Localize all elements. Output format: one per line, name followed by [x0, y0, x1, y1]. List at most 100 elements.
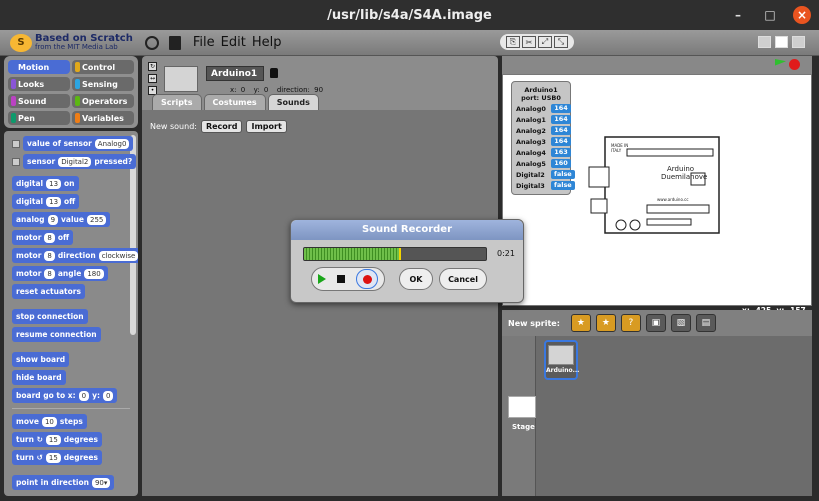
block-motor-direction[interactable]: motor 8 direction clockwise: [12, 248, 138, 263]
block-reset-actuators[interactable]: reset actuators: [12, 284, 85, 299]
block-digital-off[interactable]: digital 13 off: [12, 194, 80, 209]
stage-toolbar: [502, 56, 812, 74]
sprite-coords: x: 0 y: 0 direction: 90: [230, 86, 324, 94]
stage-thumbnail[interactable]: [508, 396, 536, 418]
category-pen[interactable]: Pen: [8, 111, 70, 125]
delete-icon[interactable]: ✂: [522, 36, 536, 48]
sensor-value: 164: [551, 126, 571, 135]
recording-time: 0:21: [497, 249, 515, 258]
tab-sounds[interactable]: Sounds: [267, 94, 319, 110]
record-button[interactable]: Record: [200, 120, 243, 133]
record-toggle-button[interactable]: [356, 269, 379, 289]
duplicate-icon[interactable]: ⎘: [506, 36, 520, 48]
grow-icon[interactable]: ⤢: [538, 36, 552, 48]
stage-label: Stage: [512, 423, 535, 431]
arduino-label: Arduino: [667, 165, 694, 173]
scratch-logo[interactable]: S Based on Scratch from the MIT Media La…: [10, 32, 133, 52]
sensor-row: Digital2 false: [516, 170, 575, 179]
block-turn-ccw[interactable]: turn ↺ 15 degrees: [12, 450, 102, 465]
presentation-icon[interactable]: [792, 36, 805, 48]
small-stage-icon[interactable]: [758, 36, 771, 48]
block-move-steps[interactable]: move 10 steps: [12, 414, 87, 429]
pressed-checkbox[interactable]: [12, 158, 20, 166]
sensor-name: Analog5: [516, 159, 546, 168]
sprite-name-field[interactable]: Arduino1: [206, 66, 264, 81]
window-titlebar: /usr/lib/s4a/S4A.image – □ ×: [0, 0, 819, 30]
sensor-row: Analog3 164: [516, 137, 571, 146]
sensor-row: Digital3 false: [516, 181, 575, 190]
category-looks[interactable]: Looks: [8, 77, 70, 91]
category-control[interactable]: Control: [72, 60, 134, 74]
stop-button[interactable]: [336, 275, 345, 283]
level-peak-marker: [398, 248, 401, 260]
sensor-name: Analog2: [516, 126, 546, 135]
sensor-row: Analog5 160: [516, 159, 571, 168]
close-icon[interactable]: ×: [793, 6, 811, 24]
arduino-board-drawing: MADE IN ITALY Arduino Duemilanove www.ar…: [588, 136, 720, 234]
menu-edit[interactable]: Edit: [221, 35, 246, 50]
new-sprite-label: New sprite:: [508, 318, 560, 328]
menu-file[interactable]: File: [193, 35, 215, 50]
sensor-name: Digital3: [516, 181, 545, 190]
block-stop-connection[interactable]: stop connection: [12, 309, 88, 324]
minimize-icon[interactable]: –: [729, 6, 747, 24]
stop-sign-icon[interactable]: [789, 59, 800, 70]
category-operators[interactable]: Operators: [72, 94, 134, 108]
sensor-row: Analog2 164: [516, 126, 571, 135]
category-motion[interactable]: Motion: [8, 60, 70, 74]
sprite-thumbnail: [164, 66, 198, 92]
sensor-value: 160: [551, 159, 571, 168]
block-analog-value[interactable]: analog 9 value 255: [12, 212, 111, 227]
save-icon[interactable]: [168, 35, 181, 50]
block-point-direction[interactable]: point in direction 90▾: [12, 475, 115, 490]
block-sensor-pressed[interactable]: sensor Digital2 pressed?: [23, 154, 137, 169]
sprite-tile-image: [548, 345, 574, 365]
block-show-board[interactable]: show board: [12, 352, 70, 367]
board-export-icon[interactable]: ▤: [695, 314, 716, 332]
sprite-tile-arduino[interactable]: Arduino...: [544, 340, 579, 380]
new-board-icon[interactable]: ▣: [645, 314, 666, 332]
block-motor-angle[interactable]: motor 8 angle 180: [12, 266, 108, 281]
block-digital-on[interactable]: digital 13 on: [12, 176, 79, 191]
menu-help[interactable]: Help: [252, 35, 282, 50]
lock-icon[interactable]: [270, 68, 278, 78]
random-sprite-icon[interactable]: ?: [620, 314, 641, 332]
paint-sprite-icon[interactable]: ★: [570, 314, 591, 332]
logo-line1: Based on Scratch: [35, 32, 133, 44]
sensor-name: Analog0: [516, 104, 546, 113]
board-tool-icon[interactable]: ▧: [670, 314, 691, 332]
sensor-checkbox[interactable]: [12, 140, 20, 148]
tab-costumes[interactable]: Costumes: [203, 94, 266, 110]
block-turn-cw[interactable]: turn ↻ 15 degrees: [12, 432, 102, 447]
choose-sprite-icon[interactable]: ★: [595, 314, 616, 332]
cancel-button[interactable]: Cancel: [439, 268, 487, 290]
sensor-row: Analog1 164: [516, 115, 571, 124]
stage[interactable]: Arduino1 port: USB0 Analog0 164 Analog1 164…: [502, 74, 812, 306]
block-hide-board[interactable]: hide board: [12, 370, 66, 385]
sensor-board[interactable]: Arduino1 port: USB0 Analog0 164 Analog1 164…: [511, 81, 575, 195]
green-flag-icon[interactable]: [775, 59, 786, 66]
dialog-title: Sound Recorder: [291, 220, 523, 240]
board-port: port: USB0: [521, 94, 561, 102]
rotate-all-icon[interactable]: ↻: [148, 62, 157, 71]
globe-icon[interactable]: [144, 35, 159, 50]
category-sensing[interactable]: Sensing: [72, 77, 134, 91]
block-board-go-to[interactable]: board go to x: 0 y: 0: [12, 388, 118, 403]
sensor-value: 164: [551, 104, 571, 113]
scratch-cat-icon: S: [10, 33, 32, 52]
play-button[interactable]: [317, 274, 326, 284]
block-motor-off[interactable]: motor 8 off: [12, 230, 74, 245]
block-value-of-sensor[interactable]: value of sensor Analog0: [23, 136, 134, 151]
import-button[interactable]: Import: [246, 120, 287, 133]
normal-stage-icon[interactable]: [775, 36, 788, 48]
ok-button[interactable]: OK: [399, 268, 433, 290]
sensor-value: 164: [551, 137, 571, 146]
block-resume-connection[interactable]: resume connection: [12, 327, 101, 342]
category-sound[interactable]: Sound: [8, 94, 70, 108]
category-variables[interactable]: Variables: [72, 111, 134, 125]
maximize-icon[interactable]: □: [761, 6, 779, 24]
new-sound-label: New sound:: [150, 122, 197, 131]
shrink-icon[interactable]: ⤡: [554, 36, 568, 48]
tab-scripts[interactable]: Scripts: [152, 94, 202, 110]
flip-lr-icon[interactable]: ↔: [148, 74, 157, 83]
